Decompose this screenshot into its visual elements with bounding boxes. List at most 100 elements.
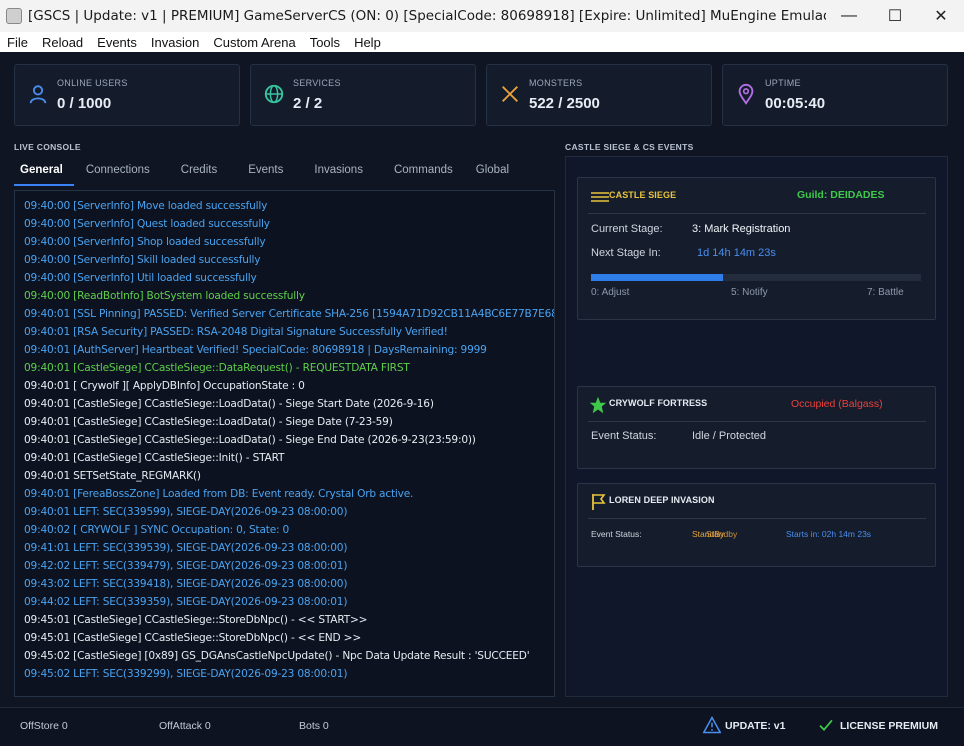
next-stage-label: Next Stage In: <box>591 247 661 259</box>
console-line: 09:40:01 [CastleSiege] CCastleSiege::Dat… <box>24 362 410 374</box>
minimize-button[interactable]: — <box>826 0 872 32</box>
console-line: 09:40:01 [ Crywolf ][ ApplyDBInfo] Occup… <box>24 380 305 392</box>
tick-adjust: 0: Adjust <box>591 287 630 298</box>
tab-credits[interactable]: Credits <box>167 157 228 186</box>
menu-custom-arena[interactable]: Custom Arena <box>206 35 302 50</box>
loren-title: LOREN DEEP INVASION <box>609 495 715 505</box>
console-line: 09:40:00 [ServerInfo] Util loaded succes… <box>24 272 257 284</box>
loren-event-label: Event Status: <box>591 529 642 539</box>
console-line: 09:45:02 LEFT: SEC(339299), SIEGE-DAY(20… <box>24 668 348 680</box>
current-stage-label: Current Stage: <box>591 223 663 235</box>
events-title: CASTLE SIEGE & CS EVENTS <box>565 142 694 152</box>
current-stage-value: 3: Mark Registration <box>692 223 791 235</box>
menu-invasion[interactable]: Invasion <box>144 35 206 50</box>
console-line: 09:40:01 [AuthServer] Heartbeat Verified… <box>24 344 487 356</box>
menu-events[interactable]: Events <box>90 35 144 50</box>
console-line: 09:44:02 LEFT: SEC(339359), SIEGE-DAY(20… <box>24 596 348 608</box>
castle-siege-box: CASTLE SIEGE Guild: DEIDADES Current Sta… <box>577 177 936 320</box>
stat-label: UPTIME <box>765 78 801 88</box>
tab-global[interactable]: Global <box>470 157 520 186</box>
stat-label: ONLINE USERS <box>57 78 128 88</box>
stat-label: SERVICES <box>293 78 341 88</box>
console-log[interactable]: 09:40:00 [ServerInfo] Move loaded succes… <box>14 190 555 697</box>
menu-reload[interactable]: Reload <box>35 35 90 50</box>
pin-icon <box>738 83 754 105</box>
tab-commands[interactable]: Commands <box>380 157 464 186</box>
stat-card-services: SERVICES 2 / 2 <box>250 64 476 126</box>
check-icon <box>819 719 833 731</box>
console-line: 09:40:02 [ CRYWOLF ] SYNC Occupation: 0,… <box>24 524 290 536</box>
stat-value: 0 / 1000 <box>57 95 112 112</box>
console-line: 09:40:01 [CastleSiege] CCastleSiege::Ini… <box>24 452 285 464</box>
status-bar: OffStore 0 OffAttack 0 Bots 0 UPDATE: v1… <box>0 707 964 746</box>
crywolf-event-value: Idle / Protected <box>692 430 766 442</box>
events-panel: CASTLE SIEGE Guild: DEIDADES Current Sta… <box>565 156 948 697</box>
close-button[interactable]: ✕ <box>918 0 964 32</box>
flag-icon <box>592 494 606 510</box>
console-line: 09:45:01 [CastleSiege] CCastleSiege::Sto… <box>24 632 362 644</box>
console-line: 09:40:01 [CastleSiege] CCastleSiege::Loa… <box>24 434 476 446</box>
console-line: 09:40:00 [ReadBotInfo] BotSystem loaded … <box>24 290 305 302</box>
stat-label: MONSTERS <box>529 78 583 88</box>
crywolf-title: CRYWOLF FORTRESS <box>609 398 708 408</box>
tick-battle: 7: Battle <box>867 287 904 298</box>
bots-count: Bots 0 <box>299 720 329 732</box>
menu-tools[interactable]: Tools <box>303 35 347 50</box>
user-icon <box>29 85 47 104</box>
console-line: 09:45:01 [CastleSiege] CCastleSiege::Sto… <box>24 614 368 626</box>
console-line: 09:40:01 LEFT: SEC(339599), SIEGE-DAY(20… <box>24 506 348 518</box>
tick-notify: 5: Notify <box>731 287 768 298</box>
console-line: 09:43:02 LEFT: SEC(339418), SIEGE-DAY(20… <box>24 578 348 590</box>
crywolf-status: Occupied (Balgass) <box>791 398 883 410</box>
app-icon <box>6 8 22 24</box>
warning-icon <box>703 716 721 734</box>
loren-starts: Starts in: 02h 14m 23s <box>786 529 872 539</box>
console-line: 09:40:01 [FereaBossZone] Loaded from DB:… <box>24 488 414 500</box>
console-line: 09:40:00 [ServerInfo] Shop loaded succes… <box>24 236 266 248</box>
main-area: ONLINE USERS 0 / 1000 SERVICES 2 / 2 MON… <box>0 52 964 746</box>
stat-value: 522 / 2500 <box>529 95 600 112</box>
menu-file[interactable]: File <box>0 35 35 50</box>
console-line: 09:41:01 LEFT: SEC(339539), SIEGE-DAY(20… <box>24 542 348 554</box>
crywolf-box: CRYWOLF FORTRESS Occupied (Balgass) Even… <box>577 386 936 469</box>
star-icon <box>589 396 607 414</box>
stage-progress-track <box>591 274 921 281</box>
update-label: UPDATE: v1 <box>725 720 786 732</box>
menu-help[interactable]: Help <box>347 35 388 50</box>
license-label: LICENSE PREMIUM <box>840 720 939 732</box>
next-stage-value: 1d 14h 14m 23s <box>697 247 776 259</box>
console-line: 09:40:01 [CastleSiege] CCastleSiege::Loa… <box>24 416 393 428</box>
guild-label: Guild: DEIDADES <box>797 189 885 201</box>
tab-events[interactable]: Events <box>234 157 294 186</box>
divider <box>588 421 926 422</box>
loren-status-b: Standby <box>706 529 738 539</box>
menu-lines-icon <box>591 192 609 202</box>
window-titlebar: [GSCS | Update: v1 | PREMIUM] GameServer… <box>0 0 964 32</box>
window-title: [GSCS | Update: v1 | PREMIUM] GameServer… <box>28 8 826 24</box>
console-line: 09:42:02 LEFT: SEC(339479), SIEGE-DAY(20… <box>24 560 348 572</box>
stat-card-online-users: ONLINE USERS 0 / 1000 <box>14 64 240 126</box>
offattack-count: OffAttack 0 <box>159 720 211 732</box>
divider <box>588 518 926 519</box>
swords-icon <box>502 86 518 102</box>
console-line: 09:40:01 SETSetState_REGMARK() <box>24 470 201 482</box>
loren-box: LOREN DEEP INVASION Event Status: StandB… <box>577 483 936 567</box>
console-line: 09:45:02 [CastleSiege] [0x89] GS_DGAnsCa… <box>24 650 530 662</box>
stat-value: 00:05:40 <box>765 95 826 112</box>
console-line: 09:40:01 [RSA Security] PASSED: RSA-2048… <box>24 326 448 338</box>
console-line: 09:40:00 [ServerInfo] Quest loaded succe… <box>24 218 270 230</box>
console-line: 09:40:01 [SSL Pinning] PASSED: Verified … <box>24 308 555 320</box>
tab-general[interactable]: General <box>14 157 74 186</box>
console-line: 09:40:00 [ServerInfo] Skill loaded succe… <box>24 254 261 266</box>
stat-card-monsters: MONSTERS 522 / 2500 <box>486 64 712 126</box>
console-title: LIVE CONSOLE <box>14 142 81 152</box>
stage-progress-fill <box>591 274 723 281</box>
crywolf-event-label: Event Status: <box>591 430 657 442</box>
globe-icon <box>264 84 284 104</box>
console-line: 09:40:01 [CastleSiege] CCastleSiege::Loa… <box>24 398 434 410</box>
tab-connections[interactable]: Connections <box>80 157 161 186</box>
maximize-button[interactable]: ☐ <box>872 0 918 32</box>
stat-value: 2 / 2 <box>293 95 323 112</box>
tab-invasions[interactable]: Invasions <box>300 157 374 186</box>
console-tabs: General Connections Credits Events Invas… <box>14 157 526 187</box>
